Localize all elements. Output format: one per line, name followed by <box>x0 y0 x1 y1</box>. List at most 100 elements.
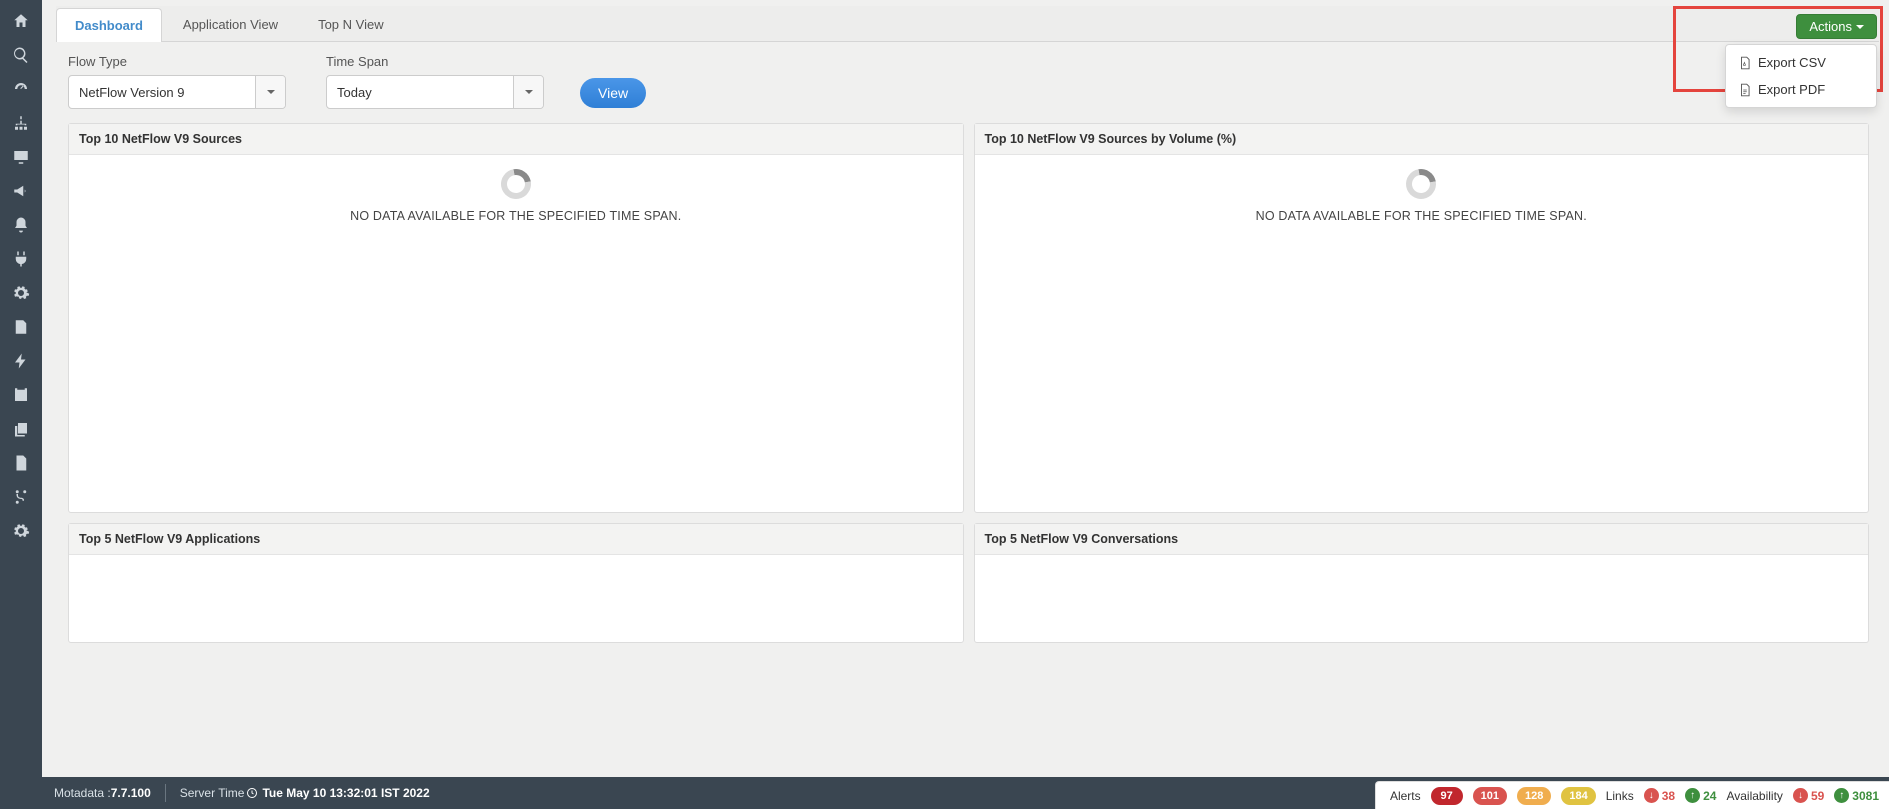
separator <box>165 784 166 802</box>
nav-flow[interactable] <box>0 480 42 514</box>
alert-count-major[interactable]: 101 <box>1473 787 1507 805</box>
nav-alerts[interactable] <box>0 208 42 242</box>
tab-label: Dashboard <box>75 18 143 33</box>
menu-label: Export PDF <box>1758 82 1825 97</box>
availability-up-value: 3081 <box>1852 789 1879 803</box>
panel-title: Top 10 NetFlow V9 Sources <box>69 124 963 155</box>
panel-body: NO DATA AVAILABLE FOR THE SPECIFIED TIME… <box>69 155 963 512</box>
nav-sitemap[interactable] <box>0 106 42 140</box>
panel-title: Top 10 NetFlow V9 Sources by Volume (%) <box>975 124 1869 155</box>
alert-count-critical[interactable]: 97 <box>1431 787 1463 805</box>
search-icon <box>12 46 30 64</box>
panel-title: Top 5 NetFlow V9 Conversations <box>975 524 1869 555</box>
time-span-label: Time Span <box>326 54 544 69</box>
nav-monitor[interactable] <box>0 140 42 174</box>
report-icon <box>12 318 30 336</box>
nav-search[interactable] <box>0 38 42 72</box>
up-icon: ↑ <box>1685 788 1700 803</box>
panel-body <box>975 555 1869 642</box>
panels-grid: Top 10 NetFlow V9 Sources NO DATA AVAILA… <box>42 123 1889 653</box>
spinner-icon <box>1400 163 1442 205</box>
view-button[interactable]: View <box>580 78 646 108</box>
footer-bar: Motadata : 7.7.100 Server Time Tue May 1… <box>42 777 1889 809</box>
nav-settings[interactable] <box>0 514 42 548</box>
main-area: Actions Export CSV Export PDF Dashboard … <box>42 0 1889 777</box>
filters-row: Flow Type NetFlow Version 9 Time Span To… <box>42 42 1889 123</box>
nodata-text: NO DATA AVAILABLE FOR THE SPECIFIED TIME… <box>350 209 681 223</box>
chevron-down-icon <box>255 76 285 108</box>
branch-icon <box>12 488 30 506</box>
nav-dashboard[interactable] <box>0 72 42 106</box>
file-pdf-icon <box>1738 83 1752 97</box>
settings-icon <box>12 522 30 540</box>
actions-button[interactable]: Actions <box>1796 14 1877 39</box>
tab-top-n-view[interactable]: Top N View <box>299 7 403 41</box>
tab-dashboard[interactable]: Dashboard <box>56 8 162 42</box>
footer-stats: Alerts 97 101 128 184 Links ↓38 ↑24 Avai… <box>1375 781 1889 809</box>
links-up[interactable]: ↑24 <box>1685 788 1716 803</box>
file-csv-icon <box>1738 56 1752 70</box>
filter-time-span: Time Span Today <box>326 54 544 109</box>
nav-gears[interactable] <box>0 276 42 310</box>
nav-plugins[interactable] <box>0 242 42 276</box>
clock-icon <box>246 787 258 799</box>
bolt-icon <box>12 352 30 370</box>
tab-application-view[interactable]: Application View <box>164 7 297 41</box>
nav-home[interactable] <box>0 4 42 38</box>
alert-count-warning[interactable]: 128 <box>1517 787 1551 805</box>
links-label: Links <box>1606 789 1634 803</box>
panel-sources: Top 10 NetFlow V9 Sources NO DATA AVAILA… <box>68 123 964 513</box>
nodata-text: NO DATA AVAILABLE FOR THE SPECIFIED TIME… <box>1256 209 1587 223</box>
file-icon <box>12 454 30 472</box>
nav-file[interactable] <box>0 446 42 480</box>
panel-sources-volume: Top 10 NetFlow V9 Sources by Volume (%) … <box>974 123 1870 513</box>
flow-type-select[interactable]: NetFlow Version 9 <box>68 75 286 109</box>
nav-calendar[interactable] <box>0 378 42 412</box>
down-icon: ↓ <box>1793 788 1808 803</box>
menu-export-pdf[interactable]: Export PDF <box>1726 76 1876 103</box>
flow-type-value: NetFlow Version 9 <box>69 76 255 108</box>
alert-count-minor[interactable]: 184 <box>1561 787 1595 805</box>
panel-conversations: Top 5 NetFlow V9 Conversations <box>974 523 1870 643</box>
tabs-bar: Dashboard Application View Top N View <box>56 6 1879 42</box>
server-time-label: Server Time <box>180 786 245 800</box>
actions-wrap: Actions Export CSV Export PDF <box>1796 14 1877 39</box>
time-span-select[interactable]: Today <box>326 75 544 109</box>
nav-copy[interactable] <box>0 412 42 446</box>
nav-announce[interactable] <box>0 174 42 208</box>
nav-reports[interactable] <box>0 310 42 344</box>
actions-label: Actions <box>1809 19 1852 34</box>
tab-label: Top N View <box>318 17 384 32</box>
panel-title: Top 5 NetFlow V9 Applications <box>69 524 963 555</box>
sidebar <box>0 0 42 809</box>
bell-icon <box>12 216 30 234</box>
actions-menu: Export CSV Export PDF <box>1725 44 1877 108</box>
monitor-icon <box>12 148 30 166</box>
gears-icon <box>12 284 30 302</box>
view-label: View <box>598 85 628 101</box>
links-down-value: 38 <box>1662 789 1675 803</box>
product-label: Motadata : <box>54 786 111 800</box>
links-up-value: 24 <box>1703 789 1716 803</box>
availability-down[interactable]: ↓59 <box>1793 788 1824 803</box>
up-icon: ↑ <box>1834 788 1849 803</box>
availability-down-value: 59 <box>1811 789 1824 803</box>
dashboard-icon <box>12 80 30 98</box>
panel-applications: Top 5 NetFlow V9 Applications <box>68 523 964 643</box>
spinner-icon <box>495 163 537 205</box>
plug-icon <box>12 250 30 268</box>
bullhorn-icon <box>12 182 30 200</box>
availability-up[interactable]: ↑3081 <box>1834 788 1879 803</box>
calendar-icon <box>12 386 30 404</box>
availability-label: Availability <box>1726 789 1782 803</box>
chevron-down-icon <box>513 76 543 108</box>
nav-bolt[interactable] <box>0 344 42 378</box>
alerts-label: Alerts <box>1390 789 1421 803</box>
menu-export-csv[interactable]: Export CSV <box>1726 49 1876 76</box>
panel-body <box>69 555 963 642</box>
menu-label: Export CSV <box>1758 55 1826 70</box>
server-time-value: Tue May 10 13:32:01 IST 2022 <box>262 786 429 800</box>
tab-label: Application View <box>183 17 278 32</box>
links-down[interactable]: ↓38 <box>1644 788 1675 803</box>
filter-flow-type: Flow Type NetFlow Version 9 <box>68 54 286 109</box>
